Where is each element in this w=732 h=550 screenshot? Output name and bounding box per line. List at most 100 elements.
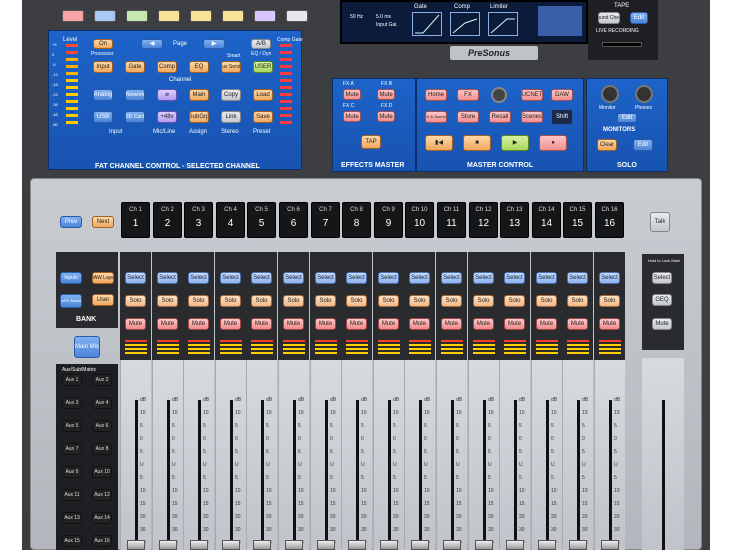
main-select-button[interactable]: Select	[652, 272, 672, 284]
subgrp-button[interactable]: SubGrp	[189, 111, 209, 123]
aux-button[interactable]: Aux 13	[62, 512, 82, 524]
record-button[interactable]: ●	[539, 135, 567, 151]
aux-button[interactable]: Aux 10	[92, 466, 112, 478]
phantom-48v-button[interactable]: +48v	[157, 111, 177, 123]
channel-mute-button[interactable]: Mute	[409, 318, 430, 330]
analog-button[interactable]: Analog	[93, 89, 113, 101]
channel-select-button[interactable]: Select	[378, 272, 399, 284]
channel-solo-button[interactable]: Solo	[567, 295, 588, 307]
play-button[interactable]: ▶	[501, 135, 529, 151]
aux-button[interactable]: Aux 7	[62, 443, 82, 455]
value-encoder[interactable]	[491, 87, 507, 103]
channel-mute-button[interactable]: Mute	[536, 318, 557, 330]
channel-mute-button[interactable]: Mute	[441, 318, 462, 330]
fx-scene-button[interactable]: FX & Scenes	[425, 111, 447, 123]
home-button[interactable]: Home	[425, 89, 447, 101]
top-key[interactable]	[254, 10, 276, 22]
aux-button[interactable]: Aux 14	[92, 512, 112, 524]
channel-solo-button[interactable]: Solo	[315, 295, 336, 307]
load-button[interactable]: Load	[253, 89, 273, 101]
page-right-button[interactable]: ▶	[203, 39, 225, 49]
aux-button[interactable]: Aux 4	[92, 397, 112, 409]
channel-mute-button[interactable]: Mute	[599, 318, 620, 330]
user-layer-button[interactable]: User	[92, 294, 114, 306]
store-button[interactable]: Store	[457, 111, 479, 123]
recall-button[interactable]: Recall	[489, 111, 511, 123]
channel-select-button[interactable]: Select	[441, 272, 462, 284]
top-key[interactable]	[222, 10, 244, 22]
channel-mute-button[interactable]: Mute	[315, 318, 336, 330]
channel-fader-cap[interactable]	[569, 540, 587, 550]
top-key[interactable]	[158, 10, 180, 22]
solo-edit-button[interactable]: Edit	[633, 139, 653, 151]
aux-button[interactable]: Aux 12	[92, 489, 112, 501]
channel-fader-cap[interactable]	[348, 540, 366, 550]
aux-button[interactable]: Aux 5	[62, 420, 82, 432]
channel-fader-cap[interactable]	[475, 540, 493, 550]
aux-button[interactable]: Aux 11	[62, 489, 82, 501]
talk-button[interactable]: Talk	[650, 212, 670, 232]
channel-solo-button[interactable]: Solo	[283, 295, 304, 307]
input-button[interactable]: Input	[93, 61, 113, 73]
channel-fader-cap[interactable]	[159, 540, 177, 550]
channel-solo-button[interactable]: Solo	[441, 295, 462, 307]
channel-solo-button[interactable]: Solo	[473, 295, 494, 307]
channel-mute-button[interactable]: Mute	[346, 318, 367, 330]
channel-solo-button[interactable]: Solo	[220, 295, 241, 307]
channel-fader-cap[interactable]	[253, 540, 271, 550]
channel-mute-button[interactable]: Mute	[378, 318, 399, 330]
channel-select-button[interactable]: Select	[409, 272, 430, 284]
on-button[interactable]: On	[93, 39, 113, 49]
channel-solo-button[interactable]: Solo	[346, 295, 367, 307]
copy-button[interactable]: Copy	[221, 89, 241, 101]
channel-solo-button[interactable]: Solo	[125, 295, 146, 307]
channel-fader-cap[interactable]	[601, 540, 619, 550]
channel-select-button[interactable]: Select	[346, 272, 367, 284]
channel-select-button[interactable]: Select	[157, 272, 178, 284]
channel-select-button[interactable]: Select	[504, 272, 525, 284]
channel-select-button[interactable]: Select	[220, 272, 241, 284]
top-key[interactable]	[286, 10, 308, 22]
fx-b-mute-button[interactable]: Mute	[377, 89, 395, 100]
phase-button[interactable]: ⌀	[157, 89, 177, 101]
channel-select-button[interactable]: Select	[473, 272, 494, 284]
channel-fader-cap[interactable]	[538, 540, 556, 550]
channel-fader-cap[interactable]	[190, 540, 208, 550]
aux-sends-button[interactable]: Aux Sends	[221, 61, 241, 73]
fx-c-mute-button[interactable]: Mute	[343, 111, 361, 122]
link-button[interactable]: Link	[221, 111, 241, 123]
channel-solo-button[interactable]: Solo	[599, 295, 620, 307]
channel-mute-button[interactable]: Mute	[567, 318, 588, 330]
solo-clear-button[interactable]: Clear	[597, 139, 617, 151]
sdcard-button[interactable]: SD Card	[125, 111, 145, 123]
channel-fader-cap[interactable]	[380, 540, 398, 550]
aux-button[interactable]: Aux 6	[92, 420, 112, 432]
tape-edit-button[interactable]: Edit	[630, 12, 648, 24]
channel-solo-button[interactable]: Solo	[157, 295, 178, 307]
user-button[interactable]: USER	[253, 61, 273, 73]
top-key[interactable]	[94, 10, 116, 22]
channel-fader-cap[interactable]	[127, 540, 145, 550]
aux-button[interactable]: Aux 3	[62, 397, 82, 409]
eq-button[interactable]: EQ	[189, 61, 209, 73]
daw-layer-button[interactable]: DAW Layer	[92, 272, 114, 284]
phones-knob[interactable]	[635, 85, 653, 103]
aux-button[interactable]: Aux 8	[92, 443, 112, 455]
channel-fader-cap[interactable]	[443, 540, 461, 550]
channel-select-button[interactable]: Select	[125, 272, 146, 284]
main-mute-button[interactable]: Mute	[652, 318, 672, 330]
channel-fader-cap[interactable]	[285, 540, 303, 550]
top-key[interactable]	[126, 10, 148, 22]
top-key[interactable]	[62, 10, 84, 22]
page-left-button[interactable]: ◀	[141, 39, 163, 49]
aux-button[interactable]: Aux 2	[92, 374, 112, 386]
tap-button[interactable]: TAP	[361, 135, 381, 149]
channel-select-button[interactable]: Select	[536, 272, 557, 284]
channel-solo-button[interactable]: Solo	[536, 295, 557, 307]
aux-button[interactable]: Aux 16	[92, 535, 112, 547]
save-button[interactable]: Save	[253, 111, 273, 123]
channel-select-button[interactable]: Select	[251, 272, 272, 284]
main-mix-button[interactable]: Main Mix	[74, 336, 100, 358]
shift-button[interactable]: Shift	[551, 109, 573, 125]
gate-button[interactable]: Gate	[125, 61, 145, 73]
